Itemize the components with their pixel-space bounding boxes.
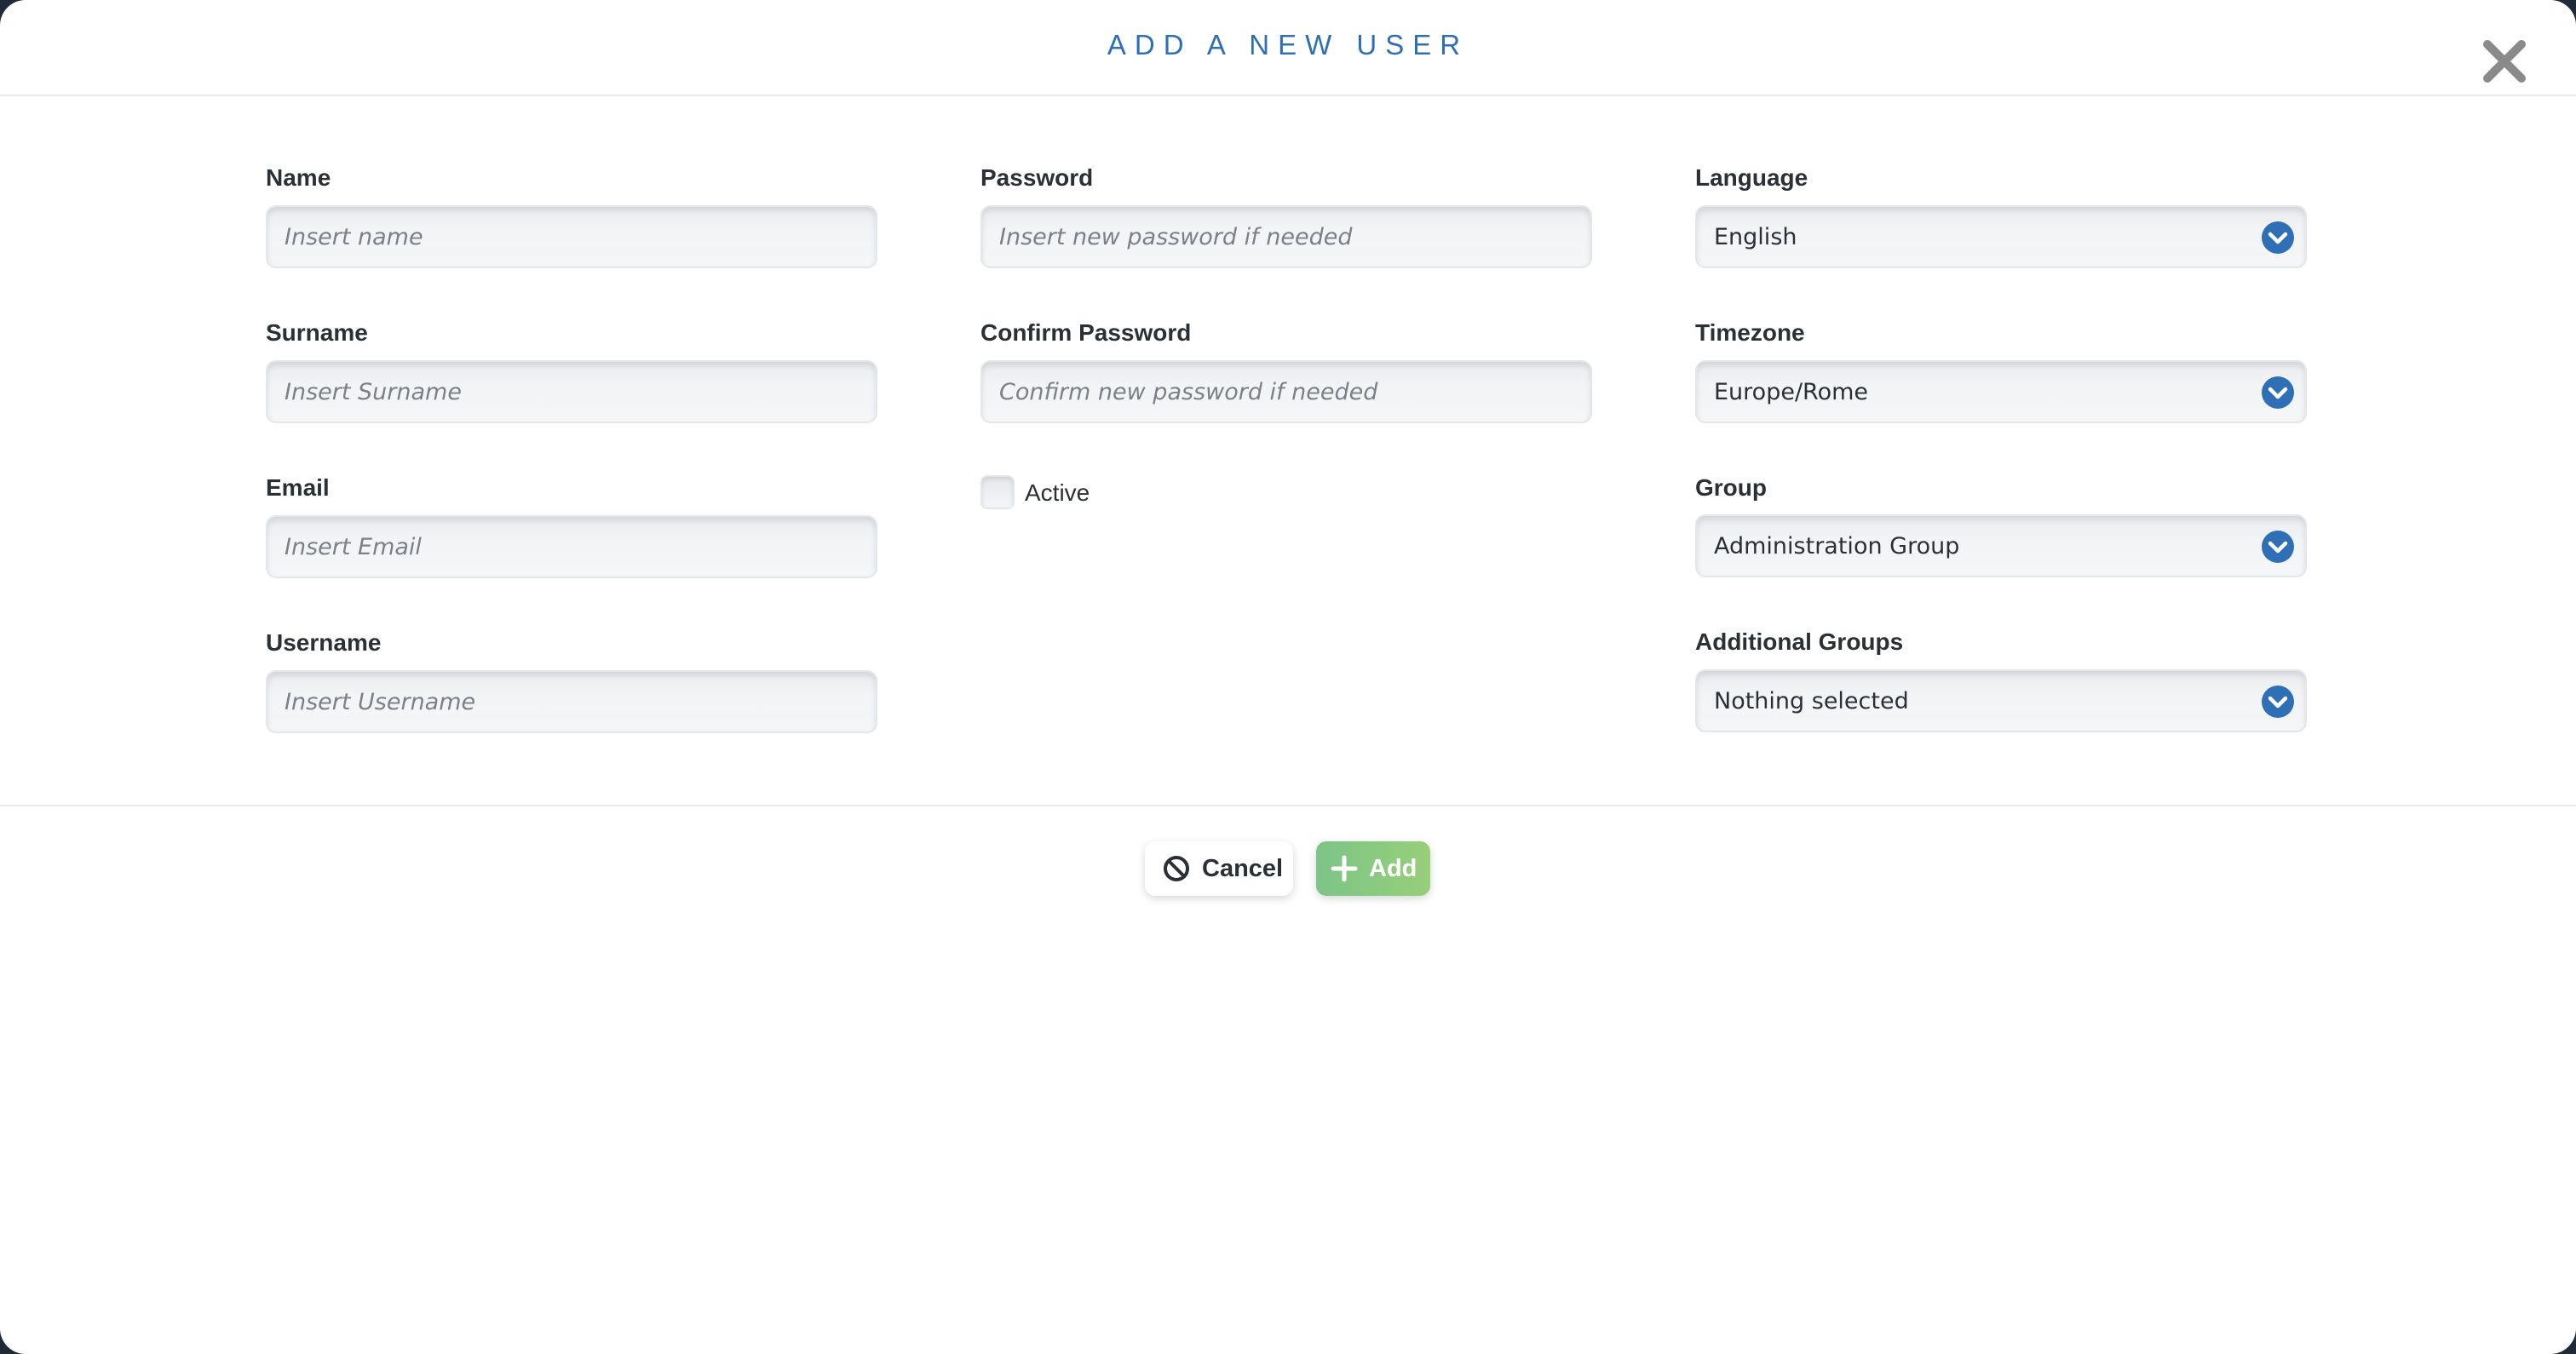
- chevron-down-icon: [2262, 531, 2294, 563]
- add-button[interactable]: Add: [1316, 841, 1430, 896]
- language-label: Language: [1695, 164, 1808, 191]
- language-select[interactable]: English: [1695, 205, 2307, 268]
- password-input[interactable]: [980, 205, 1592, 268]
- username-input[interactable]: [266, 670, 877, 733]
- username-label: Username: [266, 629, 382, 656]
- active-label: Active: [1025, 479, 1090, 506]
- close-icon: [2483, 40, 2526, 83]
- group-select[interactable]: Administration Group: [1695, 514, 2307, 577]
- close-button[interactable]: [2481, 37, 2528, 85]
- surname-label: Surname: [266, 319, 368, 346]
- group-value: Administration Group: [1714, 533, 1960, 559]
- chevron-down-icon: [2262, 376, 2294, 409]
- email-label: Email: [266, 474, 330, 501]
- timezone-value: Europe/Rome: [1714, 379, 1869, 405]
- add-label: Add: [1369, 855, 1417, 882]
- ban-icon: [1164, 856, 1189, 881]
- confirm-password-label: Confirm Password: [980, 319, 1192, 346]
- timezone-select[interactable]: Europe/Rome: [1695, 360, 2307, 423]
- add-user-modal: ADD A NEW USER Name Surname Email Userna…: [0, 0, 2576, 1354]
- footer-divider: [0, 805, 2576, 806]
- cancel-label: Cancel: [1202, 855, 1284, 882]
- confirm-password-input[interactable]: [980, 360, 1592, 423]
- active-checkbox[interactable]: [980, 475, 1015, 509]
- email-input[interactable]: [266, 515, 877, 578]
- name-label: Name: [266, 164, 331, 191]
- surname-input[interactable]: [266, 360, 877, 423]
- plus-icon: [1331, 855, 1358, 882]
- cancel-button[interactable]: Cancel: [1145, 841, 1293, 896]
- additional-groups-label: Additional Groups: [1695, 628, 1904, 655]
- timezone-label: Timezone: [1695, 319, 1805, 346]
- additional-groups-value: Nothing selected: [1714, 688, 1909, 714]
- chevron-down-icon: [2262, 686, 2294, 718]
- group-label: Group: [1695, 474, 1767, 501]
- name-input[interactable]: [266, 205, 877, 268]
- password-label: Password: [980, 164, 1094, 191]
- modal-header: ADD A NEW USER: [0, 0, 2576, 96]
- language-value: English: [1714, 224, 1797, 250]
- chevron-down-icon: [2262, 221, 2294, 254]
- additional-groups-select[interactable]: Nothing selected: [1695, 669, 2307, 732]
- modal-title: ADD A NEW USER: [1107, 29, 1469, 60]
